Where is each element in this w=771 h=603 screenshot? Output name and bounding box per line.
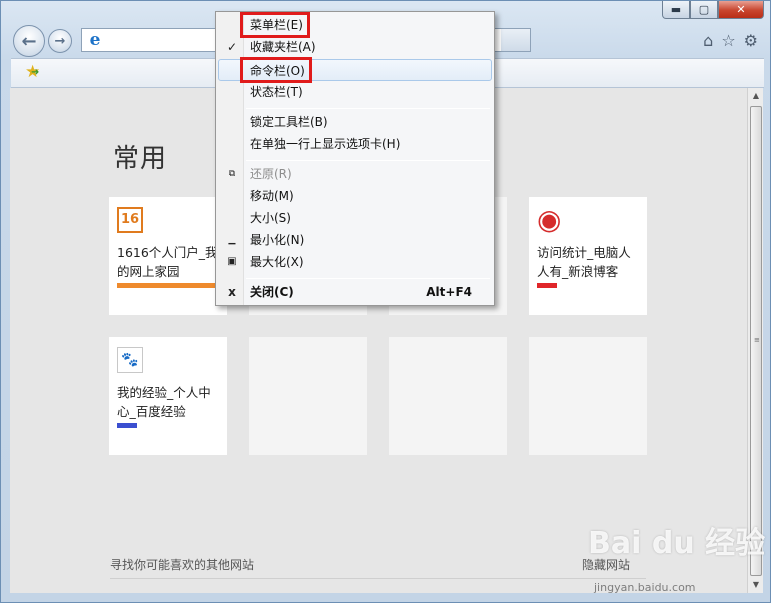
close-x-icon: x — [228, 285, 236, 299]
minimize-button[interactable]: ▬ — [662, 1, 690, 19]
footer-divider — [110, 578, 646, 579]
baidu-paw-icon: 🐾 — [117, 347, 143, 373]
tile-color-bar — [117, 423, 137, 428]
menu-item-command-bar[interactable]: 命令栏(O) — [218, 59, 492, 81]
navigation-buttons: ← → — [13, 25, 72, 57]
menu-item-label: 菜单栏(E) — [250, 18, 303, 32]
menu-item-label: 最大化(X) — [250, 255, 304, 269]
sina-weibo-icon: ◉ — [537, 203, 562, 236]
menu-item-lock-toolbars[interactable]: 锁定工具栏(B) — [218, 111, 492, 133]
home-icon[interactable]: ⌂ — [703, 31, 713, 50]
site-tile[interactable]: 🐾 我的经验_个人中心_百度经验 — [109, 337, 227, 455]
empty-tile[interactable] — [389, 337, 507, 455]
scrollbar-grip-icon: ≡ — [754, 336, 760, 344]
menu-item-close[interactable]: x 关闭(C) Alt+F4 — [218, 281, 492, 303]
tile-color-bar — [117, 283, 221, 288]
tile-title: 1616个人门户_我的网上家园 — [117, 245, 218, 279]
add-to-favorites-bar-icon[interactable]: ★ — [25, 62, 40, 82]
menu-item-shortcut: Alt+F4 — [426, 285, 472, 299]
menu-item-label: 关闭(C) — [250, 285, 294, 299]
menu-item-label: 最小化(N) — [250, 233, 305, 247]
close-button[interactable]: ✕ — [718, 1, 764, 19]
forward-arrow-icon: → — [54, 33, 66, 49]
menu-item-favorites-bar[interactable]: ✓ 收藏夹栏(A) — [218, 36, 492, 58]
empty-tile[interactable] — [529, 337, 647, 455]
new-tab-stub[interactable] — [501, 28, 531, 52]
back-button[interactable]: ← — [13, 25, 45, 57]
scrollbar-thumb[interactable]: ≡ — [750, 106, 762, 576]
menu-item-label: 状态栏(T) — [250, 85, 303, 99]
ie-logo-icon: e — [89, 30, 101, 50]
restore-icon: ⧉ — [228, 169, 236, 179]
site-tile[interactable]: 16 1616个人门户_我的网上家园 — [109, 197, 227, 315]
section-title: 常用 — [113, 144, 168, 174]
window-caption-buttons: ▬ ▢ ✕ — [662, 1, 764, 19]
tile-color-bar — [537, 283, 557, 288]
menu-item-label: 锁定工具栏(B) — [250, 115, 328, 129]
menu-item-size[interactable]: 大小(S) — [218, 207, 492, 229]
menu-item-maximize[interactable]: ▣ 最大化(X) — [218, 251, 492, 273]
tile-title: 我的经验_个人中心_百度经验 — [117, 385, 211, 419]
maximize-button[interactable]: ▢ — [690, 1, 718, 19]
menu-separator — [246, 108, 490, 109]
minimize-icon: ▁ — [228, 235, 236, 245]
command-icons: ⌂ ☆ ⚙ — [703, 31, 758, 50]
menu-item-label: 命令栏(O) — [250, 64, 305, 78]
maximize-icon: ▣ — [227, 256, 237, 267]
menu-item-label: 还原(R) — [250, 167, 292, 181]
menu-item-label: 在单独一行上显示选项卡(H) — [250, 137, 401, 151]
settings-gear-icon[interactable]: ⚙ — [744, 31, 758, 50]
menu-item-tabs-separate-row[interactable]: 在单独一行上显示选项卡(H) — [218, 133, 492, 155]
minimize-icon: ▬ — [670, 3, 682, 16]
menu-item-minimize[interactable]: ▁ 最小化(N) — [218, 229, 492, 251]
maximize-icon: ▢ — [698, 3, 710, 16]
scroll-down-arrow-icon[interactable]: ▼ — [748, 577, 764, 593]
toolbar-context-menu: 菜单栏(E) ✓ 收藏夹栏(A) 命令栏(O) 状态栏(T) 锁定工具栏(B) … — [215, 11, 495, 306]
scroll-up-arrow-icon[interactable]: ▲ — [748, 88, 764, 104]
menu-item-restore: ⧉ 还原(R) — [218, 163, 492, 185]
favorites-star-icon[interactable]: ☆ — [721, 31, 735, 50]
tile-title: 访问统计_电脑人人有_新浪博客 — [537, 245, 631, 279]
site-1616-icon: 16 — [117, 207, 143, 233]
menu-separator — [246, 278, 490, 279]
close-icon: ✕ — [736, 3, 746, 16]
menu-item-status-bar[interactable]: 状态栏(T) — [218, 81, 492, 103]
watermark-url: jingyan.baidu.com — [594, 581, 696, 594]
menu-item-menu-bar[interactable]: 菜单栏(E) — [218, 14, 492, 36]
checkmark-icon: ✓ — [226, 40, 238, 54]
menu-item-label: 收藏夹栏(A) — [250, 40, 316, 54]
menu-item-label: 移动(M) — [250, 189, 294, 203]
back-arrow-icon: ← — [21, 30, 37, 52]
menu-separator — [246, 160, 490, 161]
baidu-watermark-logo: Bai du 经验 — [588, 526, 766, 561]
menu-item-move[interactable]: 移动(M) — [218, 185, 492, 207]
discover-sites-link[interactable]: 寻找你可能喜欢的其他网站 — [110, 556, 254, 573]
forward-button[interactable]: → — [48, 29, 72, 53]
site-tile[interactable]: ◉ 访问统计_电脑人人有_新浪博客 — [529, 197, 647, 315]
menu-item-label: 大小(S) — [250, 211, 291, 225]
empty-tile[interactable] — [249, 337, 367, 455]
